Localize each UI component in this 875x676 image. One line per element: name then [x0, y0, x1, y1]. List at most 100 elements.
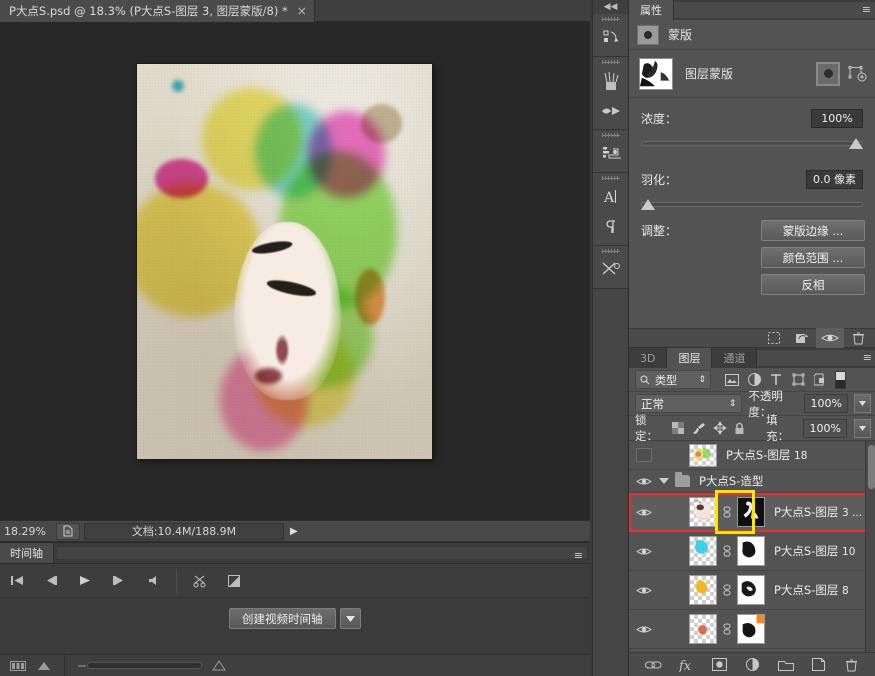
filmstrip-icon[interactable] — [10, 661, 26, 671]
type-layer-filter-icon[interactable] — [765, 370, 787, 390]
lock-image-icon[interactable] — [691, 422, 706, 435]
blend-mode-stepper-icon[interactable]: ⇕ — [729, 399, 737, 409]
zoom-level[interactable]: 18.29% — [0, 525, 52, 538]
link-mask-icon[interactable] — [722, 545, 732, 557]
document-tab[interactable]: P大点S.psd @ 18.3% (P大点S-图层 3, 图层蒙版/8) * × — [0, 0, 315, 22]
document-icon[interactable] — [56, 523, 80, 540]
tab-layers[interactable]: 图层 — [667, 348, 712, 368]
pixel-layer-filter-icon[interactable] — [721, 370, 743, 390]
table-row[interactable]: P大点S-造型 — [629, 470, 875, 493]
step-backward-icon[interactable] — [34, 564, 68, 598]
table-row[interactable] — [629, 610, 875, 649]
tool-presets-icon[interactable] — [593, 255, 628, 285]
canvas-area[interactable] — [0, 22, 590, 520]
layer-mask-thumbnail[interactable] — [737, 575, 765, 605]
layers-scrollbar[interactable] — [865, 441, 875, 673]
paragraph-icon[interactable] — [593, 212, 628, 242]
layer-thumbnail[interactable] — [689, 536, 717, 566]
mask-edge-button[interactable]: 蒙版边缘 ... — [761, 220, 865, 241]
delete-mask-icon[interactable] — [844, 328, 872, 348]
layer-thumbnail[interactable] — [689, 497, 717, 527]
fill-value[interactable]: 100% — [803, 419, 847, 438]
layer-mask-thumbnail[interactable] — [737, 614, 765, 644]
lock-position-icon[interactable] — [713, 421, 727, 435]
opacity-value[interactable]: 100% — [804, 394, 848, 413]
layer-visibility-toggle[interactable] — [629, 585, 659, 596]
layer-visibility-toggle[interactable] — [629, 448, 659, 462]
audio-icon[interactable] — [136, 564, 170, 598]
adjustment-layer-icon[interactable] — [744, 656, 761, 674]
load-selection-icon[interactable] — [760, 328, 788, 348]
clone-source-icon[interactable] — [593, 96, 628, 126]
layer-visibility-toggle[interactable] — [629, 507, 659, 518]
layer-thumbnail[interactable] — [689, 575, 717, 605]
dock-grip[interactable] — [593, 173, 628, 182]
lock-all-icon[interactable] — [734, 422, 745, 435]
vector-mask-icon[interactable] — [847, 65, 867, 83]
blend-mode-select[interactable]: 正常 ⇕ — [635, 394, 742, 413]
filter-type-stepper-icon[interactable]: ⇕ — [698, 375, 706, 385]
density-slider-knob[interactable] — [849, 138, 863, 149]
layer-visibility-toggle[interactable] — [629, 476, 659, 487]
layer-mask-thumbnail[interactable] — [737, 536, 765, 566]
close-icon[interactable]: × — [297, 4, 307, 18]
group-expand-arrow-icon[interactable] — [659, 478, 669, 484]
create-video-timeline-button[interactable]: 创建视频时间轴 — [229, 608, 336, 629]
adjustment-layer-filter-icon[interactable] — [743, 370, 765, 390]
density-slider[interactable] — [641, 135, 863, 153]
split-clip-icon[interactable] — [183, 564, 217, 598]
properties-panel-menu-icon[interactable]: ≡ — [862, 3, 870, 16]
dock-grip[interactable] — [593, 57, 628, 66]
dock-grip[interactable] — [593, 14, 628, 23]
add-mask-icon[interactable] — [711, 656, 728, 674]
status-expand-arrow[interactable]: ▶ — [290, 526, 298, 537]
delete-layer-icon[interactable] — [843, 656, 860, 674]
fill-dropdown-icon[interactable] — [854, 419, 871, 438]
onion-skin-icon[interactable] — [36, 660, 52, 672]
table-row[interactable]: P大点S-图层 8 — [629, 571, 875, 610]
link-mask-icon[interactable] — [722, 506, 732, 518]
dock-collapse-icon[interactable]: ◀◀ — [593, 0, 628, 14]
new-group-icon[interactable] — [777, 656, 794, 674]
feather-slider[interactable] — [641, 196, 863, 214]
layer-mask-thumbnail[interactable] — [737, 497, 765, 527]
zoom-out-icon[interactable] — [77, 661, 87, 671]
table-row[interactable]: P大点S-图层 3 ... — [629, 493, 875, 532]
filter-on-off-toggle[interactable] — [835, 371, 846, 389]
apply-mask-icon[interactable] — [788, 328, 816, 348]
layer-style-fx-icon[interactable]: fx — [678, 656, 695, 674]
shape-layer-filter-icon[interactable] — [787, 370, 809, 390]
link-layers-icon[interactable] — [645, 656, 662, 674]
history-icon[interactable] — [593, 23, 628, 53]
layer-list[interactable]: P大点S-图层 18 P大点S-造型 — [629, 441, 875, 673]
layer-visibility-toggle[interactable] — [629, 546, 659, 557]
character-icon[interactable]: A — [593, 182, 628, 212]
layer-thumbnail[interactable] — [689, 444, 717, 467]
link-mask-icon[interactable] — [722, 584, 732, 596]
filter-type-select[interactable]: 类型 ⇕ — [635, 370, 711, 389]
opacity-dropdown-icon[interactable] — [854, 394, 871, 413]
toggle-mask-icon[interactable] — [816, 328, 844, 348]
dock-grip[interactable] — [593, 130, 628, 139]
step-forward-icon[interactable] — [102, 564, 136, 598]
pixel-mask-icon[interactable] — [816, 62, 840, 86]
zoom-in-icon[interactable] — [212, 660, 226, 671]
timeline-zoom-slider[interactable] — [87, 662, 202, 669]
go-to-first-frame-icon[interactable] — [0, 564, 34, 598]
tab-3d[interactable]: 3D — [629, 348, 667, 368]
link-mask-icon[interactable] — [722, 623, 732, 635]
lock-transparency-icon[interactable] — [672, 422, 684, 434]
feather-slider-knob[interactable] — [641, 199, 655, 210]
timeline-panel-menu-icon[interactable]: ≡ — [574, 549, 583, 562]
color-range-button[interactable]: 颜色范围 ... — [761, 247, 865, 268]
tab-timeline[interactable]: 时间轴 — [0, 543, 54, 563]
invert-button[interactable]: 反相 — [761, 274, 865, 295]
layers-scrollbar-thumb[interactable] — [868, 445, 875, 489]
transition-icon[interactable] — [217, 564, 251, 598]
layer-thumbnail[interactable] — [689, 614, 717, 644]
brush-presets-icon[interactable] — [593, 66, 628, 96]
adjustments-icon[interactable] — [593, 139, 628, 169]
tab-properties[interactable]: 属性 — [629, 0, 674, 20]
feather-value[interactable]: 0.0 像素 — [806, 170, 863, 189]
smart-object-filter-icon[interactable] — [809, 370, 831, 390]
